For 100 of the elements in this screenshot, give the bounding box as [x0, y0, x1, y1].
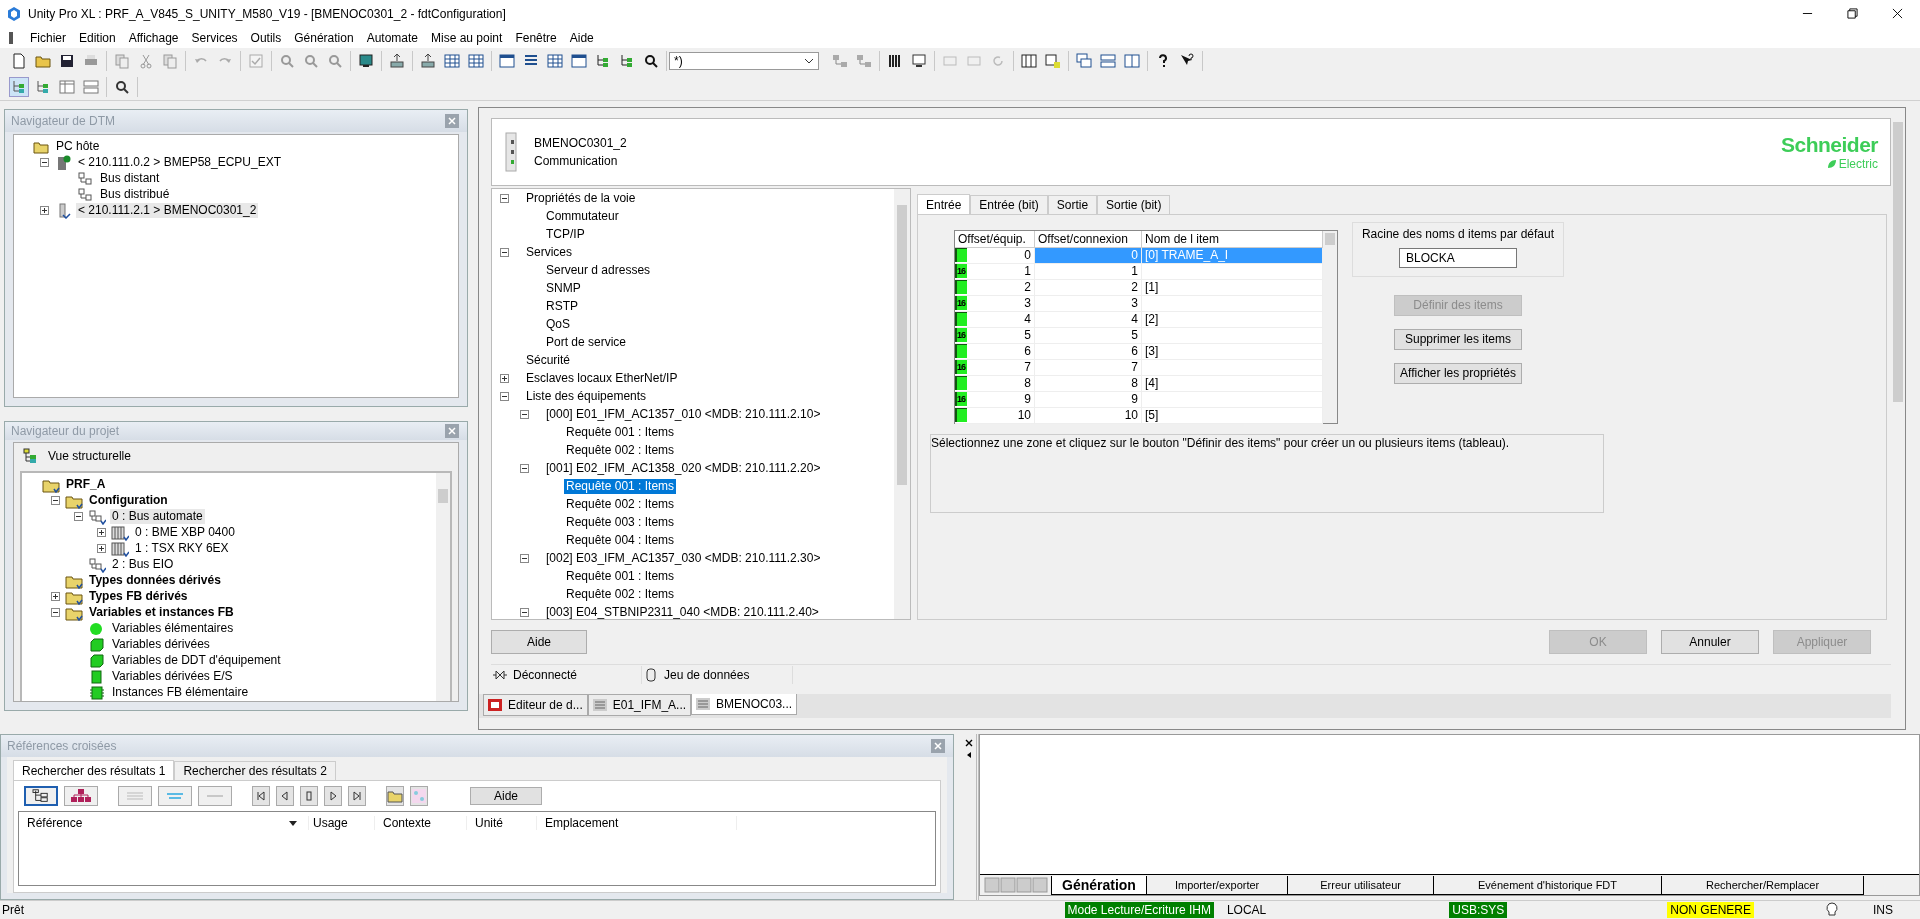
expand-toggle-icon[interactable] — [40, 206, 49, 216]
tree-item[interactable]: Bus distant — [98, 171, 162, 187]
column-header[interactable]: Unité — [467, 816, 537, 831]
document-tab[interactable]: Editeur de d... — [483, 693, 588, 716]
expand-toggle-icon[interactable] — [51, 592, 60, 602]
tab[interactable]: Sortie — [1047, 194, 1098, 214]
table-row[interactable]: 10 10 [5] — [955, 407, 1323, 424]
menu-item[interactable]: Outils — [244, 30, 289, 45]
tree-item[interactable]: SNMP — [544, 281, 583, 297]
tree-item[interactable]: Requête 001 : Items — [564, 479, 677, 495]
tree-item[interactable]: Variables élémentaires — [110, 621, 236, 637]
tree-item[interactable]: Bus distribué — [98, 187, 172, 203]
tree-item[interactable]: TCP/IP — [544, 227, 587, 243]
output-tab[interactable]: Rechercher/Remplacer — [1661, 875, 1865, 895]
tree-item[interactable]: Requête 003 : Items — [564, 515, 677, 531]
tree-item[interactable]: Requête 002 : Items — [564, 587, 677, 603]
tab[interactable]: Sortie (bit) — [1097, 194, 1171, 214]
tree-icon[interactable] — [9, 76, 29, 97]
close-icon[interactable] — [964, 738, 974, 749]
expand-toggle-icon[interactable] — [500, 392, 509, 402]
tree-item[interactable]: Types données dérivés — [87, 573, 223, 589]
expand-toggle-icon[interactable] — [520, 410, 529, 420]
table-row[interactable]: 2 2 [1] — [955, 279, 1323, 296]
expand-toggle-icon[interactable] — [500, 374, 509, 384]
tree-item[interactable]: PRF_A — [64, 477, 108, 493]
table-row[interactable]: 16 7 7 — [955, 359, 1323, 376]
tree-item[interactable]: Variables et instances FB — [87, 605, 236, 621]
tree-item[interactable]: PC hôte — [54, 139, 102, 155]
tree-item[interactable]: [003] E04_STBNIP2311_040 <MDB: 210.111.2.40> — [544, 605, 821, 621]
tree-item[interactable]: [001] E02_IFM_AC1358_020 <MDB: 210.111.2.20> — [544, 461, 823, 477]
tree-item[interactable]: Esclaves locaux EtherNet/IP — [524, 371, 680, 387]
tree-item[interactable]: Serveur d adresses — [544, 263, 653, 279]
tree-item[interactable]: Variables dérivées — [110, 637, 212, 653]
table-row[interactable]: 16 5 5 — [955, 327, 1323, 344]
tab[interactable]: Rechercher des résultats 2 — [174, 761, 336, 781]
tree-item[interactable]: Services — [524, 245, 574, 261]
window-icon[interactable] — [1074, 50, 1094, 71]
menu-item[interactable]: Mise au point — [425, 30, 510, 45]
tree-item[interactable]: < 210.111.0.2 > BMEP58_ECPU_EXT — [76, 155, 283, 171]
tree-item[interactable]: 2 : Bus EIO — [110, 557, 176, 573]
table-row[interactable]: 16 1 1 — [955, 263, 1323, 280]
tree-item[interactable]: Variables de DDT d'équipement — [110, 653, 283, 669]
tree-item[interactable]: Instances FB élémentaire — [110, 685, 251, 701]
first-icon[interactable] — [252, 786, 270, 807]
tab[interactable]: Rechercher des résultats 1 — [13, 760, 175, 781]
previous-icon[interactable] — [276, 786, 294, 807]
action-button[interactable]: Afficher les propriétés — [1394, 362, 1522, 384]
table-row[interactable]: 4 4 [2] — [955, 311, 1323, 328]
expand-toggle-icon[interactable] — [97, 528, 106, 538]
expand-toggle-icon[interactable] — [51, 608, 60, 618]
menu-item[interactable]: Edition — [73, 30, 123, 45]
lines-icon[interactable] — [118, 786, 152, 807]
tree-item[interactable]: Propriétés de la voie — [524, 191, 638, 207]
tree-item[interactable]: Commutateur — [544, 209, 621, 225]
menu-item[interactable]: Automate — [360, 30, 425, 45]
expand-toggle-icon[interactable] — [97, 544, 106, 554]
column-header[interactable]: Offset/connexion — [1035, 230, 1142, 247]
dropdown-caret-icon[interactable] — [289, 820, 297, 826]
table-row[interactable]: 8 8 [4] — [955, 375, 1323, 392]
tree-item[interactable]: Liste des équipements — [524, 389, 649, 405]
action-button[interactable]: Supprimer les items — [1394, 328, 1522, 350]
next-icon[interactable] — [324, 786, 342, 807]
tree-item[interactable]: Types FB dérivés — [87, 589, 190, 605]
menu-item[interactable]: Génération — [288, 30, 361, 45]
table-row[interactable]: 16 9 9 — [955, 391, 1323, 408]
column-header[interactable]: Usage — [305, 816, 375, 831]
hierarchy-icon[interactable] — [64, 786, 98, 807]
folder-icon[interactable] — [386, 786, 404, 807]
tree-item[interactable]: Port de service — [544, 335, 629, 351]
expand-toggle-icon[interactable] — [500, 248, 509, 258]
tree-item[interactable]: Requête 001 : Items — [564, 569, 677, 585]
tree-item[interactable]: Variables dérivées E/S — [110, 669, 235, 685]
document-tab[interactable]: BMENOC03... — [691, 693, 798, 715]
tree-item[interactable]: 0 : Bus automate — [110, 509, 205, 525]
column-header[interactable]: Offset/équip. — [955, 230, 1035, 247]
menu-item[interactable]: Services — [185, 30, 245, 45]
expand-toggle-icon[interactable] — [520, 464, 529, 474]
tree-item[interactable]: 1 : TSX RKY 6EX — [133, 541, 231, 557]
last-icon[interactable] — [348, 786, 366, 807]
menu-item[interactable]: Aide — [563, 30, 601, 45]
output-tab[interactable]: Génération — [1051, 875, 1147, 895]
expand-toggle-icon[interactable] — [51, 496, 60, 506]
help-button[interactable]: Aide — [491, 629, 587, 654]
search-combo[interactable]: *) — [669, 51, 819, 70]
tree-item[interactable]: Requête 002 : Items — [564, 497, 677, 513]
tree-item[interactable]: Sécurité — [524, 353, 573, 369]
expand-toggle-icon[interactable] — [74, 512, 83, 522]
scrollbar[interactable] — [1323, 230, 1337, 423]
dialog-button[interactable]: Annuler — [1661, 629, 1759, 654]
tree-item[interactable]: Configuration — [87, 493, 170, 509]
column-header[interactable]: Emplacement — [537, 816, 737, 831]
expand-toggle-icon[interactable] — [500, 194, 509, 204]
tree-item[interactable]: < 210.111.2.1 > BMENOC0301_2 — [76, 203, 259, 219]
tree-item[interactable]: Requête 002 : Items — [564, 443, 677, 459]
tree-item[interactable]: Requête 004 : Items — [564, 533, 677, 549]
tree-item[interactable]: [002] E03_IFM_AC1357_030 <MDB: 210.111.2.30> — [544, 551, 823, 567]
menu-item[interactable]: Fenêtre — [509, 30, 564, 45]
tree-view-icon[interactable] — [24, 786, 58, 807]
tree-item[interactable]: Requête 001 : Items — [564, 425, 677, 441]
tree-item[interactable]: 0 : BME XBP 0400 — [133, 525, 237, 541]
